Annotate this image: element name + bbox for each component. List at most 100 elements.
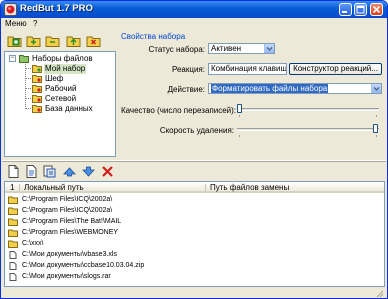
folder-icon — [8, 196, 18, 204]
settings-title: Свойства набора — [121, 32, 186, 41]
action-label: Действие: — [167, 85, 205, 94]
tree-toolbar — [4, 31, 116, 51]
status-select[interactable]: Активен — [208, 43, 275, 54]
tree-line — [25, 88, 31, 89]
table-row[interactable]: C:\Мои документы\ccbase10.03.04.zip — [5, 261, 384, 271]
app-window: RedBut 1.7 PRO Меню ? − Наборы файлов Мо… — [0, 0, 388, 299]
menu-bar: Меню ? — [2, 18, 386, 30]
minimize-icon — [342, 11, 347, 13]
tree-item-label: Шеф — [45, 74, 64, 83]
chevron-down-icon — [373, 87, 380, 91]
minimize-button[interactable] — [339, 3, 352, 16]
panel-splitter[interactable] — [2, 160, 386, 162]
move-down-icon[interactable] — [81, 164, 96, 179]
slider-tick — [239, 115, 240, 117]
close-icon — [372, 5, 381, 14]
column-header-index[interactable]: 1 — [10, 183, 14, 192]
file-list[interactable]: 1 Локальный путь Путь файлов замены C:\P… — [4, 181, 385, 287]
title-bar[interactable]: RedBut 1.7 PRO — [1, 1, 387, 18]
file-icon — [9, 251, 17, 259]
slider-tick — [376, 135, 377, 137]
list-toolbar — [4, 163, 154, 181]
speed-slider-track[interactable] — [237, 128, 379, 131]
local-path-cell: C:\Program Files\ICQ\2002a\ — [22, 196, 113, 203]
maximize-button[interactable] — [354, 3, 367, 16]
menu-item-menu[interactable]: Меню — [5, 19, 27, 28]
add-set-icon[interactable] — [7, 33, 22, 48]
tree-line — [25, 78, 31, 79]
table-row[interactable]: C:\Program Files\WEBMONEY — [5, 228, 384, 238]
tree-expander[interactable]: − — [9, 55, 16, 62]
tree-item-label: Сетевой — [45, 94, 77, 103]
folder-up-icon[interactable] — [66, 33, 81, 48]
column-header-replacement-path[interactable]: Путь файлов замены — [210, 183, 289, 192]
close-button[interactable] — [370, 3, 383, 16]
local-path-cell: C:\Program Files\ICQ\2002a\ — [22, 207, 113, 214]
folder-icon — [32, 95, 42, 103]
menu-item-help[interactable]: ? — [33, 19, 37, 28]
local-path-cell: C:\Program Files\The Bat!\MAIL — [22, 218, 122, 225]
folder-remove-icon[interactable] — [45, 33, 60, 48]
local-path-cell: C:\xxx\ — [22, 240, 44, 247]
open-file-icon[interactable] — [24, 164, 39, 179]
status-value: Активен — [211, 44, 242, 53]
tree-item-label: Рабочий — [45, 84, 77, 93]
column-separator[interactable] — [205, 184, 206, 191]
folder-icon — [8, 229, 18, 237]
move-up-icon[interactable] — [62, 164, 77, 179]
action-dropdown-button[interactable] — [371, 84, 381, 93]
tree-item-label: База данных — [45, 104, 93, 113]
file-sets-tree[interactable]: − Наборы файлов Мой набор Шеф Рабочий Се… — [4, 51, 116, 157]
list-header: 1 Локальный путь Путь файлов замены — [5, 182, 384, 193]
tree-item-label: Мой набор — [44, 64, 87, 74]
table-row[interactable]: C:\xxx\ — [5, 239, 384, 249]
window-title: RedBut 1.7 PRO — [20, 3, 93, 14]
folder-icon — [8, 207, 18, 215]
table-row[interactable]: C:\Program Files\ICQ\2002a\ — [5, 195, 384, 205]
action-select[interactable]: Форматировать файлы набора — [208, 83, 382, 94]
quality-slider-thumb[interactable] — [237, 104, 242, 113]
folder-icon — [32, 85, 42, 93]
reaction-field[interactable]: Комбинация клавиш + — [208, 63, 287, 75]
file-icon — [9, 273, 17, 281]
file-sets-icon — [19, 55, 29, 63]
delete-icon[interactable] — [100, 164, 115, 179]
speed-slider-thumb[interactable] — [373, 124, 378, 133]
new-file-icon[interactable] — [6, 164, 21, 179]
slider-tick — [239, 135, 240, 137]
folder-icon — [32, 105, 42, 113]
local-path-cell: C:\Мои документы\ccbase10.03.04.zip — [22, 262, 145, 269]
table-row[interactable]: C:\Мои документы\vbase3.xls — [5, 250, 384, 260]
folder-icon — [8, 240, 18, 248]
folder-icon — [32, 65, 42, 73]
folder-delete-icon[interactable] — [86, 33, 101, 48]
chevron-down-icon — [266, 47, 273, 51]
app-icon — [4, 3, 17, 16]
tree-line — [25, 68, 31, 69]
column-header-local-path[interactable]: Локальный путь — [24, 183, 84, 192]
status-dropdown-button[interactable] — [264, 44, 274, 53]
action-value: Форматировать файлы набора — [211, 84, 329, 93]
quality-label: Качество (число перезаписей): — [121, 106, 237, 115]
speed-label: Скорость удаления: — [159, 126, 234, 135]
folder-icon — [32, 75, 42, 83]
tree-line — [25, 108, 31, 109]
folder-add-icon[interactable] — [26, 33, 41, 48]
reaction-label: Реакция: — [172, 65, 205, 74]
status-label: Статус набора: — [148, 45, 205, 54]
table-row[interactable]: C:\Мои документы\slogs.rar — [5, 272, 384, 282]
reaction-builder-button[interactable]: Конструктор реакций... — [289, 63, 382, 75]
table-row[interactable]: C:\Program Files\ICQ\2002a\ — [5, 206, 384, 216]
tree-line — [25, 64, 26, 109]
resize-grip-icon[interactable] — [375, 289, 384, 298]
table-row[interactable]: C:\Program Files\The Bat!\MAIL — [5, 217, 384, 227]
folder-icon — [8, 218, 18, 226]
quality-slider-track[interactable] — [237, 108, 379, 111]
properties-icon[interactable] — [42, 164, 57, 179]
maximize-icon — [356, 5, 365, 14]
file-icon — [9, 262, 17, 270]
column-separator[interactable] — [19, 184, 20, 191]
tree-line — [25, 98, 31, 99]
local-path-cell: C:\Мои документы\vbase3.xls — [22, 251, 117, 258]
local-path-cell: C:\Program Files\WEBMONEY — [22, 229, 119, 236]
